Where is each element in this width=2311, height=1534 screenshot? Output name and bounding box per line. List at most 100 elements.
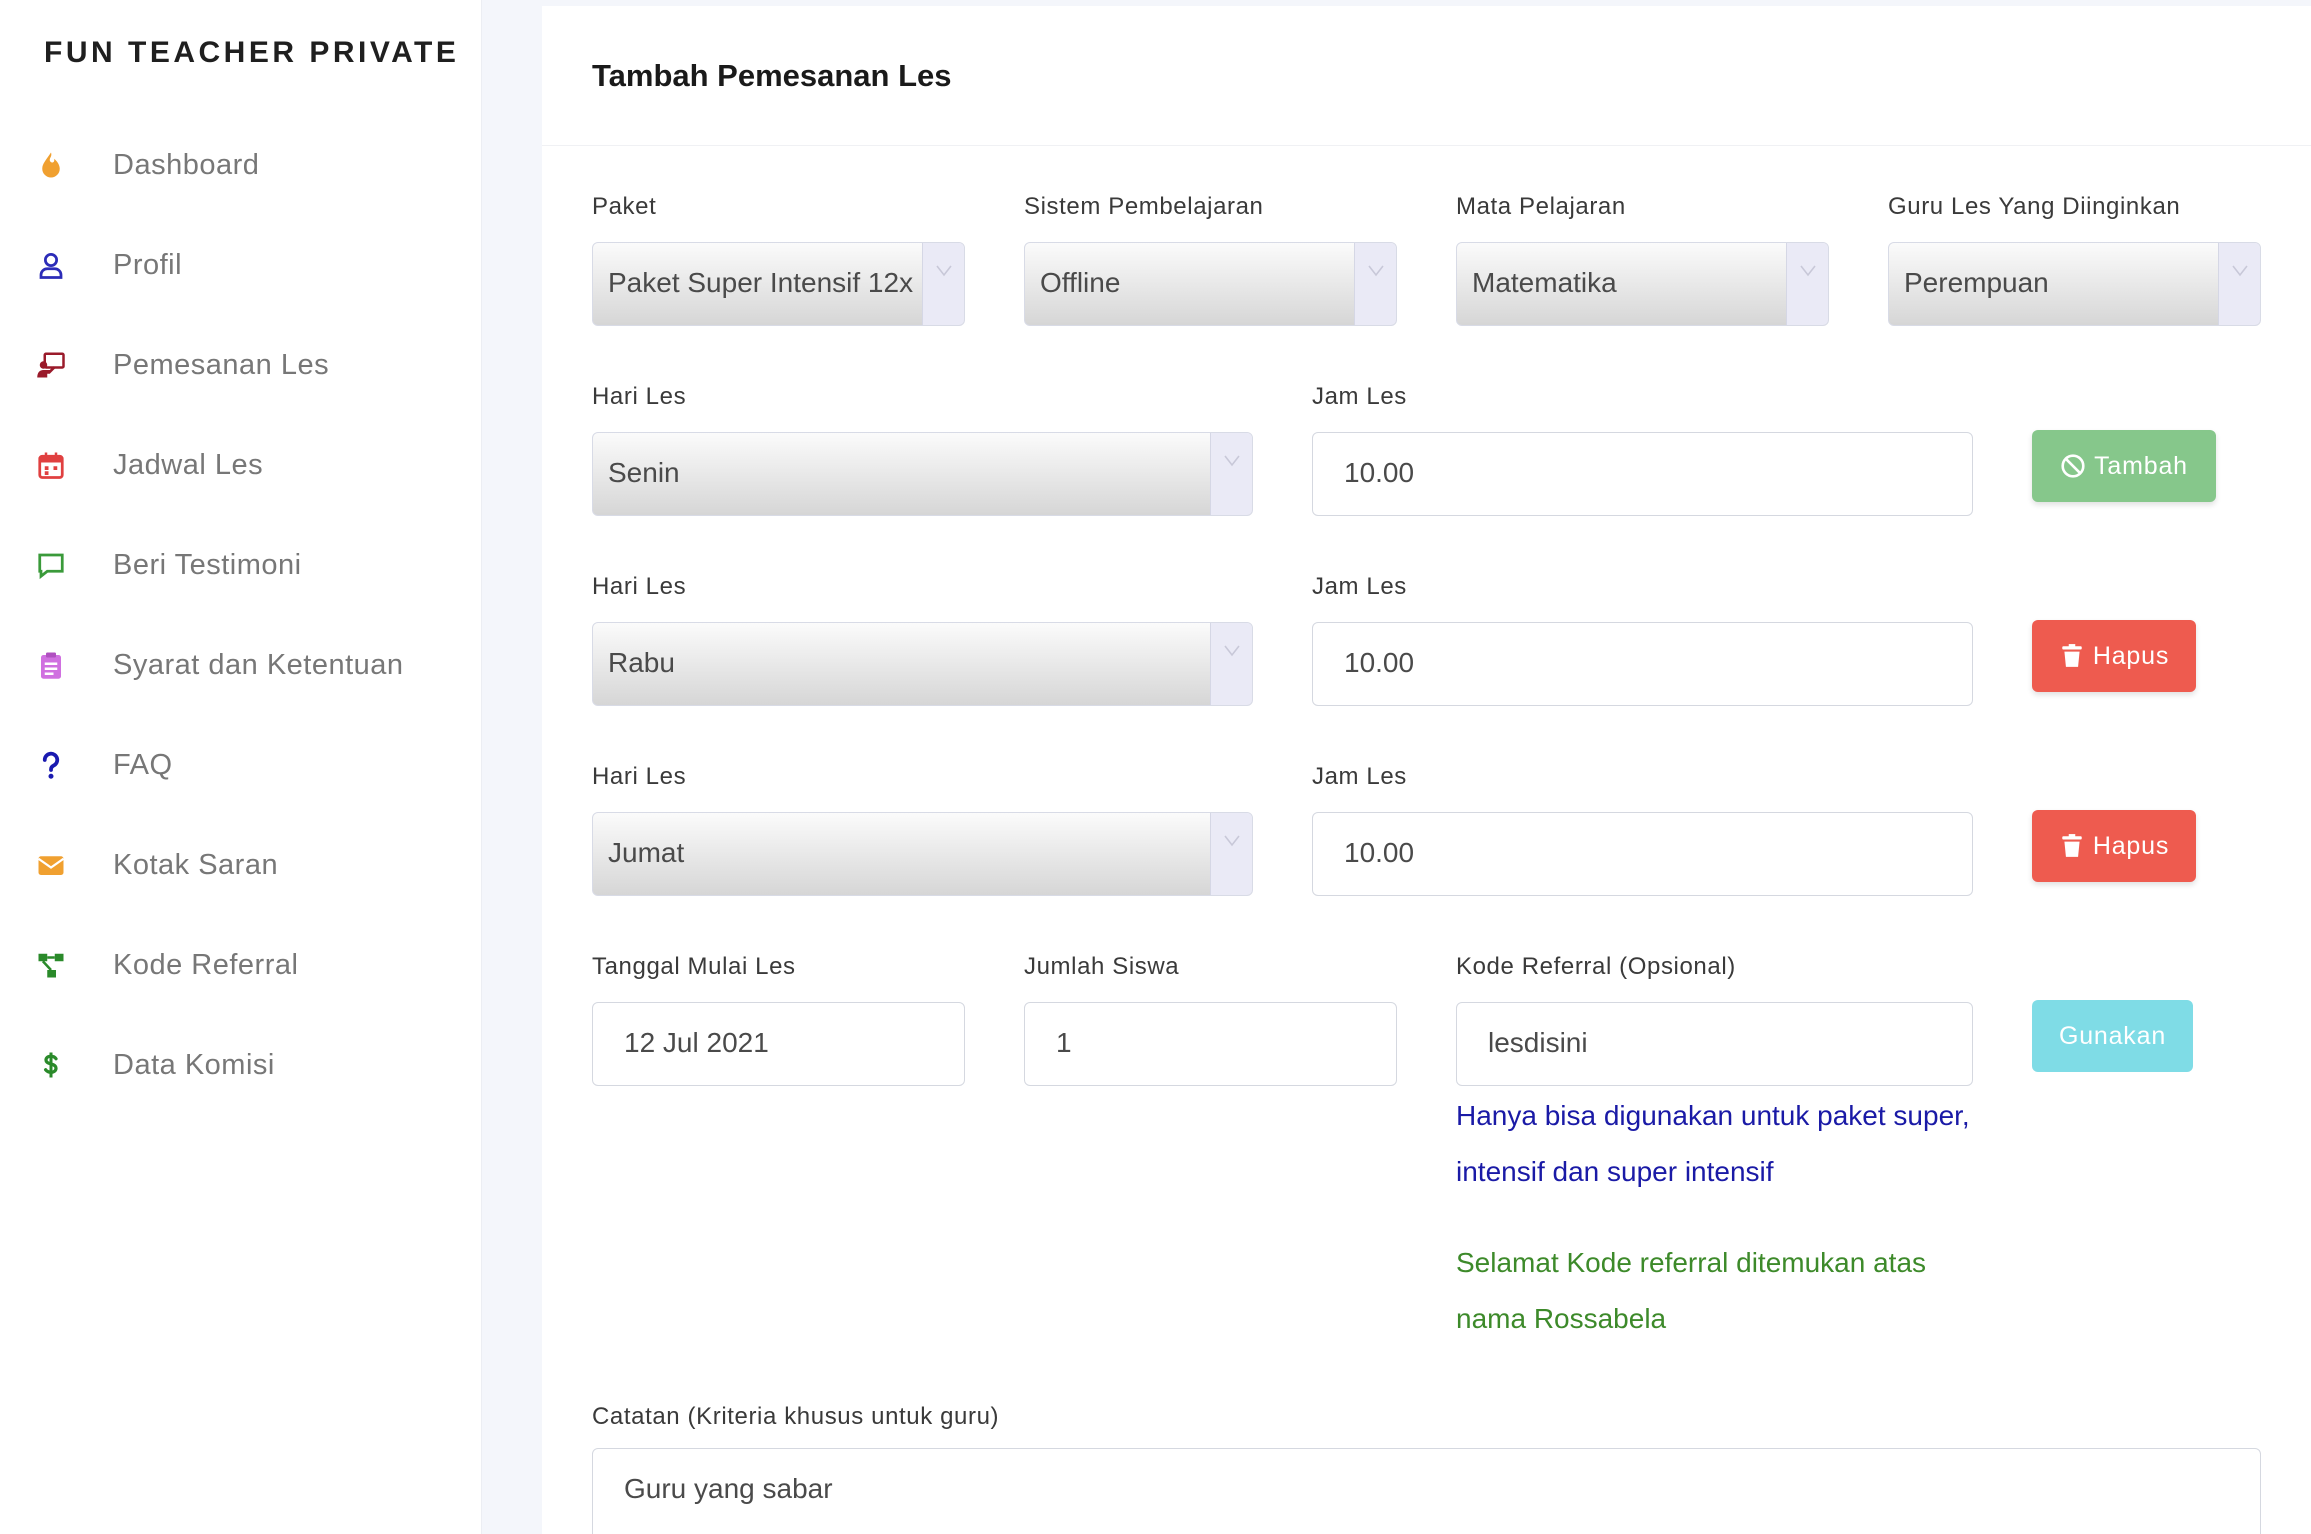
sidebar-item-kode-referral[interactable]: Kode Referral bbox=[0, 930, 482, 1000]
jumlah-siswa-label: Jumlah Siswa bbox=[1024, 953, 1180, 980]
sidebar-item-faq[interactable]: FAQ bbox=[0, 730, 482, 800]
sidebar: FUN TEACHER PRIVATE Dashboard Profil Pem… bbox=[0, 0, 482, 1534]
ban-icon bbox=[2061, 454, 2085, 478]
sidebar-item-label: Dashboard bbox=[113, 148, 260, 181]
sidebar-item-label: Beri Testimoni bbox=[113, 548, 302, 581]
referral-note-line: intensif dan super intensif bbox=[1456, 1156, 1774, 1187]
mata-pelajaran-select[interactable]: Matematika bbox=[1456, 242, 1829, 326]
sistem-label: Sistem Pembelajaran bbox=[1024, 193, 1264, 220]
catatan-label: Catatan (Kriteria khusus untuk guru) bbox=[592, 1403, 1000, 1430]
sidebar-item-profil[interactable]: Profil bbox=[0, 230, 482, 300]
question-icon bbox=[34, 748, 68, 782]
clipboard-icon bbox=[34, 648, 68, 682]
guru-value: Perempuan bbox=[1904, 267, 2049, 298]
kode-referral-input[interactable]: lesdisini bbox=[1456, 1002, 1973, 1086]
jam-les-input[interactable]: 10.00 bbox=[1312, 622, 1973, 706]
sidebar-item-jadwal-les[interactable]: Jadwal Les bbox=[0, 430, 482, 500]
sidebar-item-syarat-dan-ketentuan[interactable]: Syarat dan Ketentuan bbox=[0, 630, 482, 700]
sidebar-item-label: FAQ bbox=[113, 748, 173, 781]
hapus-button-label: Hapus bbox=[2092, 831, 2170, 860]
chevron-down-icon bbox=[1210, 433, 1252, 515]
trash-icon bbox=[2062, 834, 2082, 857]
tanggal-label: Tanggal Mulai Les bbox=[592, 953, 796, 980]
hari-les-select[interactable]: Senin bbox=[592, 432, 1253, 516]
sidebar-item-label: Data Komisi bbox=[113, 1048, 275, 1081]
gunakan-button[interactable]: Gunakan bbox=[2032, 1000, 2193, 1072]
chevron-down-icon bbox=[1354, 243, 1396, 325]
jam-les-label: Jam Les bbox=[1312, 573, 1407, 600]
sidebar-item-label: Syarat dan Ketentuan bbox=[113, 648, 404, 681]
catatan-textarea[interactable]: Guru yang sabar bbox=[592, 1448, 2261, 1534]
tambah-button[interactable]: Tambah bbox=[2032, 430, 2216, 502]
sidebar-item-pemesanan-les[interactable]: Pemesanan Les bbox=[0, 330, 482, 400]
hari-les-value: Senin bbox=[608, 457, 680, 488]
sidebar-item-label: Kotak Saran bbox=[113, 848, 279, 881]
hari-les-label: Hari Les bbox=[592, 573, 687, 600]
hari-les-select[interactable]: Rabu bbox=[592, 622, 1253, 706]
chevron-down-icon bbox=[2218, 243, 2260, 325]
referral-note: Hanya bisa digunakan untuk paket super, … bbox=[1456, 1088, 1970, 1200]
guru-select[interactable]: Perempuan bbox=[1888, 242, 2261, 326]
chevron-down-icon bbox=[1210, 813, 1252, 895]
kode-referral-value: lesdisini bbox=[1488, 1027, 1588, 1058]
sidebar-item-label: Pemesanan Les bbox=[113, 348, 330, 381]
paket-label: Paket bbox=[592, 193, 657, 220]
jam-les-input[interactable]: 10.00 bbox=[1312, 812, 1973, 896]
hapus-button-label: Hapus bbox=[2092, 641, 2170, 670]
calendar-icon bbox=[34, 448, 68, 482]
brand-title: FUN TEACHER PRIVATE bbox=[44, 36, 460, 69]
referral-note-line: Hanya bisa digunakan untuk paket super, bbox=[1456, 1100, 1970, 1131]
chevron-down-icon bbox=[1210, 623, 1252, 705]
hapus-button[interactable]: Hapus bbox=[2032, 810, 2196, 882]
comment-icon bbox=[34, 548, 68, 582]
paket-value: Paket Super Intensif 12x bbox=[608, 267, 914, 298]
trash-icon bbox=[2062, 644, 2082, 667]
sidebar-item-label: Profil bbox=[113, 248, 183, 281]
referral-success-line: nama Rossabela bbox=[1456, 1303, 1667, 1334]
tanggal-mulai-input[interactable]: 12 Jul 2021 bbox=[592, 1002, 965, 1086]
envelope-icon bbox=[34, 848, 68, 882]
tanggal-value: 12 Jul 2021 bbox=[624, 1027, 769, 1058]
sistem-value: Offline bbox=[1040, 267, 1121, 298]
jam-les-label: Jam Les bbox=[1312, 383, 1407, 410]
sistem-pembelajaran-select[interactable]: Offline bbox=[1024, 242, 1397, 326]
jam-les-value: 10.00 bbox=[1344, 647, 1415, 678]
hari-les-value: Rabu bbox=[608, 647, 675, 678]
dollar-icon bbox=[34, 1048, 68, 1082]
hari-les-value: Jumat bbox=[608, 837, 685, 868]
referral-success-line: Selamat Kode referral ditemukan atas bbox=[1456, 1247, 1927, 1278]
sidebar-item-dashboard[interactable]: Dashboard bbox=[0, 130, 482, 200]
tambah-button-label: Tambah bbox=[2094, 451, 2188, 480]
chevron-down-icon bbox=[922, 243, 964, 325]
card-header: Tambah Pemesanan Les bbox=[542, 6, 2311, 146]
guru-label: Guru Les Yang Diinginkan bbox=[1888, 193, 2181, 220]
mapel-value: Matematika bbox=[1472, 267, 1617, 298]
jam-les-label: Jam Les bbox=[1312, 763, 1407, 790]
paket-select[interactable]: Paket Super Intensif 12x bbox=[592, 242, 965, 326]
hari-les-label: Hari Les bbox=[592, 763, 687, 790]
order-form-card: Tambah Pemesanan Les Paket Paket Super I… bbox=[542, 6, 2311, 1534]
teacher-board-icon bbox=[34, 348, 68, 382]
hapus-button[interactable]: Hapus bbox=[2032, 620, 2196, 692]
jam-les-value: 10.00 bbox=[1344, 837, 1415, 868]
gunakan-button-label: Gunakan bbox=[2058, 1021, 2167, 1050]
jumlah-siswa-input[interactable]: 1 bbox=[1024, 1002, 1397, 1086]
sidebar-item-label: Kode Referral bbox=[113, 948, 299, 981]
jumlah-siswa-value: 1 bbox=[1056, 1027, 1072, 1058]
sidebar-item-label: Jadwal Les bbox=[113, 448, 264, 481]
mapel-label: Mata Pelajaran bbox=[1456, 193, 1626, 220]
hari-les-select[interactable]: Jumat bbox=[592, 812, 1253, 896]
network-icon bbox=[34, 948, 68, 982]
page-title: Tambah Pemesanan Les bbox=[592, 58, 952, 93]
flame-icon bbox=[34, 148, 68, 182]
kode-referral-label: Kode Referral (Opsional) bbox=[1456, 953, 1736, 980]
sidebar-item-beri-testimoni[interactable]: Beri Testimoni bbox=[0, 530, 482, 600]
chevron-down-icon bbox=[1786, 243, 1828, 325]
referral-success-message: Selamat Kode referral ditemukan atas nam… bbox=[1456, 1235, 1926, 1347]
jam-les-value: 10.00 bbox=[1344, 457, 1415, 488]
catatan-value: Guru yang sabar bbox=[624, 1473, 833, 1504]
sidebar-item-kotak-saran[interactable]: Kotak Saran bbox=[0, 830, 482, 900]
jam-les-input[interactable]: 10.00 bbox=[1312, 432, 1973, 516]
sidebar-item-data-komisi[interactable]: Data Komisi bbox=[0, 1030, 482, 1100]
hari-les-label: Hari Les bbox=[592, 383, 687, 410]
